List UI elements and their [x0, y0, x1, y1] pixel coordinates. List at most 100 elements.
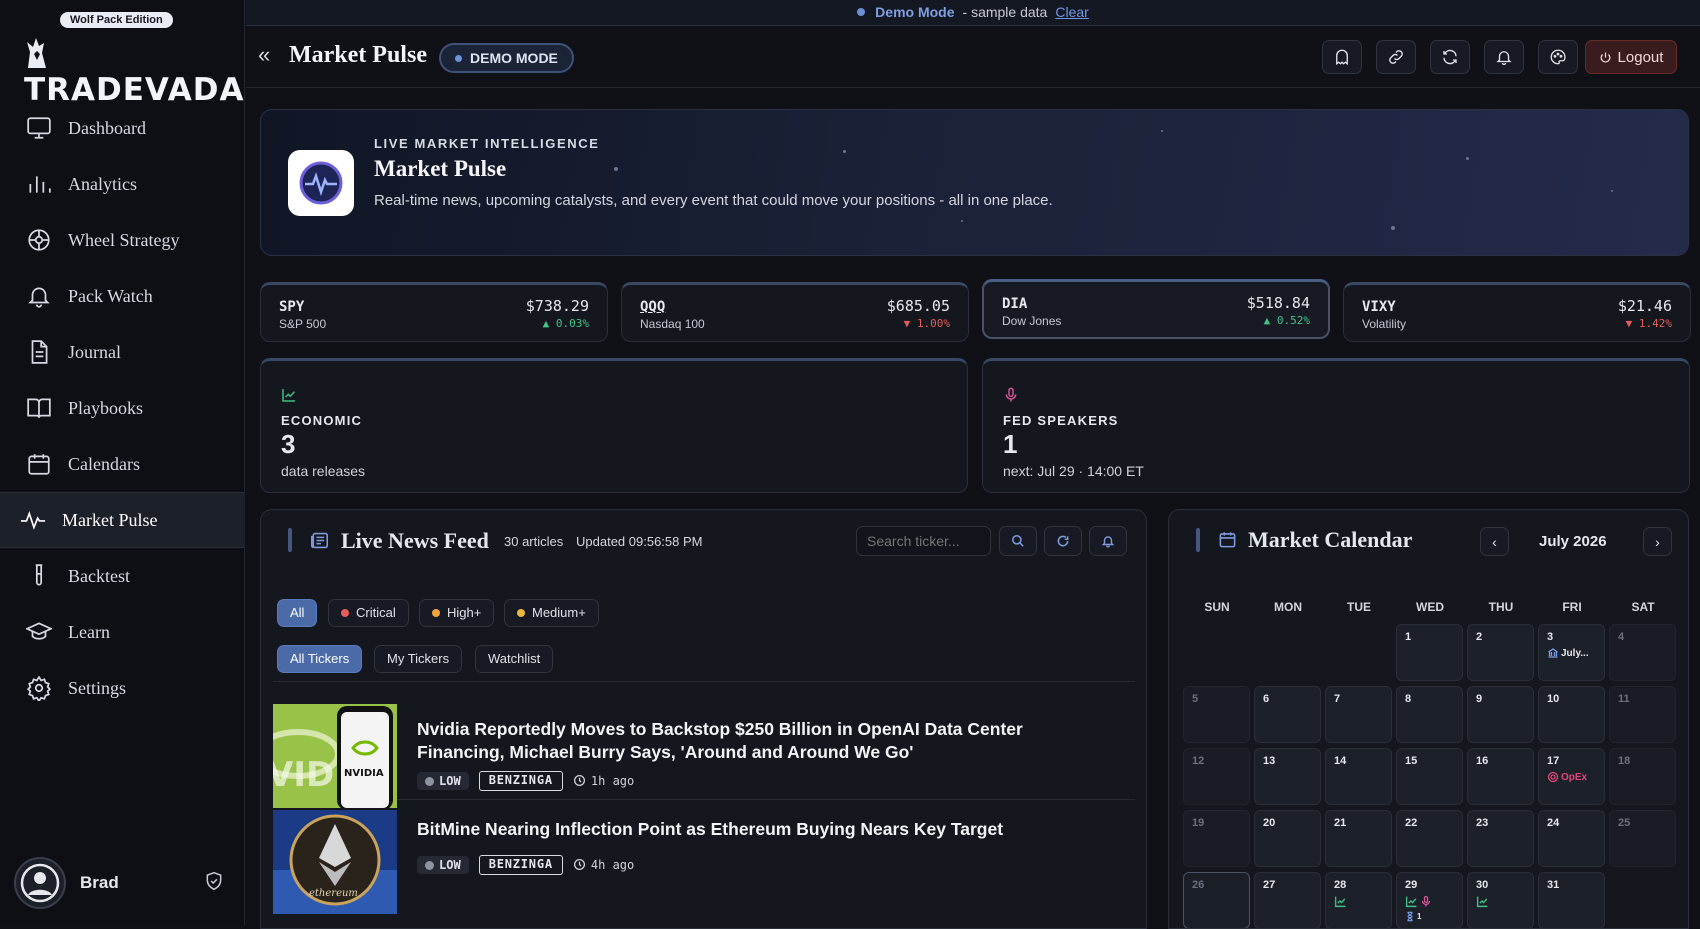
search-button[interactable]: [999, 526, 1037, 556]
calendar-day[interactable]: 31: [1538, 872, 1605, 928]
filter-my-tickers[interactable]: My Tickers: [374, 645, 463, 673]
calendar-day[interactable]: 29 1: [1396, 872, 1463, 928]
index-card-qqq[interactable]: QQQ Nasdaq 100 $685.05 ▼ 1.00%: [621, 282, 969, 342]
sidebar-item-learn[interactable]: Learn: [0, 604, 245, 660]
calendar-day[interactable]: 9: [1467, 686, 1534, 743]
filter-watchlist[interactable]: Watchlist: [475, 645, 554, 673]
calendar-day[interactable]: 5: [1183, 686, 1250, 743]
day-number: 13: [1263, 755, 1276, 767]
next-month-button[interactable]: ›: [1643, 527, 1672, 556]
economic-event: [1476, 895, 1489, 908]
economic-stat-card[interactable]: ECONOMIC 3 data releases: [260, 358, 968, 493]
monitor-icon: [26, 115, 52, 141]
calendar-day[interactable]: 28: [1325, 872, 1392, 928]
filter-all-tickers[interactable]: All Tickers: [277, 645, 363, 673]
calendar-day[interactable]: 13: [1254, 748, 1321, 805]
news-article[interactable]: ethereum BitMine Nearing Inflection Poin…: [273, 800, 1135, 914]
calendar-day[interactable]: 20: [1254, 810, 1321, 867]
calendar-day[interactable]: 7: [1325, 686, 1392, 743]
calendar-day[interactable]: 10: [1538, 686, 1605, 743]
day-number: 25: [1618, 817, 1631, 829]
day-number: 7: [1334, 693, 1341, 705]
calendar-day[interactable]: 22: [1396, 810, 1463, 867]
article-title[interactable]: BitMine Nearing Inflection Point as Ethe…: [417, 818, 1097, 841]
stat-subtext: next: Jul 29 · 14:00 ET: [1003, 463, 1144, 479]
sidebar-item-pack-watch[interactable]: Pack Watch: [0, 268, 245, 324]
sidebar-item-backtest[interactable]: Backtest: [0, 548, 245, 604]
search-ticker-input[interactable]: [856, 526, 991, 556]
filter-medium[interactable]: Medium+: [504, 599, 599, 627]
filter-critical[interactable]: Critical: [328, 599, 409, 627]
collapse-sidebar-icon[interactable]: «: [258, 44, 270, 66]
index-symbol: QQQ: [640, 299, 666, 315]
brand-logo[interactable]: Wolf Pack Edition TRADEVADA: [24, 12, 244, 108]
sidebar-item-dashboard[interactable]: Dashboard: [0, 100, 245, 156]
article-title[interactable]: Nvidia Reportedly Moves to Backstop $250…: [417, 718, 1097, 764]
filter-all[interactable]: All: [277, 599, 318, 627]
calendar-day[interactable]: 23: [1467, 810, 1534, 867]
shield-check-icon[interactable]: [204, 871, 224, 896]
sidebar-item-settings[interactable]: Settings: [0, 660, 245, 716]
calendar-day[interactable]: 11: [1609, 686, 1676, 743]
graduation-cap-icon: [26, 619, 52, 645]
calendar-day[interactable]: 8: [1396, 686, 1463, 743]
sidebar-item-analytics[interactable]: Analytics: [0, 156, 245, 212]
calendar-day[interactable]: 19: [1183, 810, 1250, 867]
theme-button[interactable]: [1538, 40, 1578, 74]
calendar-day[interactable]: 21: [1325, 810, 1392, 867]
document-icon: [26, 339, 52, 365]
calendar-day[interactable]: 1: [1396, 624, 1463, 681]
logout-button[interactable]: Logout: [1585, 40, 1677, 74]
news-article[interactable]: VID NVIDIA Nvidia Reportedly Moves to Ba…: [273, 694, 1135, 808]
day-number: 9: [1476, 693, 1483, 705]
news-alerts-button[interactable]: [1089, 526, 1127, 556]
calendar-day[interactable]: 26: [1183, 872, 1250, 928]
index-card-dia[interactable]: DIA Dow Jones $518.84 ▲ 0.52%: [982, 279, 1330, 339]
day-number: 15: [1405, 755, 1418, 767]
calendar-day[interactable]: 15: [1396, 748, 1463, 805]
pulse-icon: [20, 507, 46, 533]
ghost-button[interactable]: [1322, 40, 1362, 74]
notifications-button[interactable]: [1484, 40, 1524, 74]
section-accent: [288, 528, 292, 552]
market-calendar-panel: Market Calendar ‹ July 2026 › SUN MON TU…: [1168, 509, 1689, 929]
weekday-label: SUN: [1204, 600, 1230, 614]
sidebar-item-market-pulse[interactable]: Market Pulse: [0, 492, 245, 548]
sidebar-item-wheel-strategy[interactable]: Wheel Strategy: [0, 212, 245, 268]
day-number: 10: [1547, 693, 1560, 705]
weekday-label: TUE: [1347, 600, 1371, 614]
calendar-day[interactable]: 14: [1325, 748, 1392, 805]
calendar-day[interactable]: 6: [1254, 686, 1321, 743]
calendar-day[interactable]: 25: [1609, 810, 1676, 867]
sidebar-item-playbooks[interactable]: Playbooks: [0, 380, 245, 436]
calendar-day[interactable]: 17 OpEx: [1538, 748, 1605, 805]
calendar-day[interactable]: 24: [1538, 810, 1605, 867]
calendar-day[interactable]: 2: [1467, 624, 1534, 681]
clear-demo-link[interactable]: Clear: [1055, 4, 1088, 20]
sidebar-item-label: Calendars: [68, 453, 140, 474]
sidebar-item-journal[interactable]: Journal: [0, 324, 245, 380]
filter-high[interactable]: High+: [419, 599, 495, 627]
calendar-day[interactable]: 27: [1254, 872, 1321, 928]
sidebar: Wolf Pack Edition TRADEVADA Dashboard An…: [0, 0, 245, 926]
avatar[interactable]: [14, 857, 66, 909]
day-number: 3: [1547, 631, 1554, 643]
day-number: 14: [1334, 755, 1347, 767]
calendar-day[interactable]: 12: [1183, 748, 1250, 805]
fed-speakers-stat-card[interactable]: FED SPEAKERS 1 next: Jul 29 · 14:00 ET: [982, 358, 1690, 493]
prev-month-button[interactable]: ‹: [1480, 527, 1509, 556]
weekday-label: WED: [1416, 600, 1444, 614]
user-profile[interactable]: Brad: [14, 857, 224, 909]
calendar-day[interactable]: 3 July...: [1538, 624, 1605, 681]
calendar-day[interactable]: 16: [1467, 748, 1534, 805]
calendar-day[interactable]: 18: [1609, 748, 1676, 805]
sidebar-item-calendars[interactable]: Calendars: [0, 436, 245, 492]
index-card-vixy[interactable]: VIXY Volatility $21.46 ▼ 1.42%: [1343, 282, 1691, 342]
calendar-day[interactable]: 30: [1467, 872, 1534, 928]
link-button[interactable]: [1376, 40, 1416, 74]
refresh-news-button[interactable]: [1044, 526, 1082, 556]
article-tags: LOW BENZINGA 4h ago: [417, 855, 634, 875]
index-card-spy[interactable]: SPY S&P 500 $738.29 ▲ 0.03%: [260, 282, 608, 342]
refresh-button[interactable]: [1430, 40, 1470, 74]
calendar-day[interactable]: 4: [1609, 624, 1676, 681]
